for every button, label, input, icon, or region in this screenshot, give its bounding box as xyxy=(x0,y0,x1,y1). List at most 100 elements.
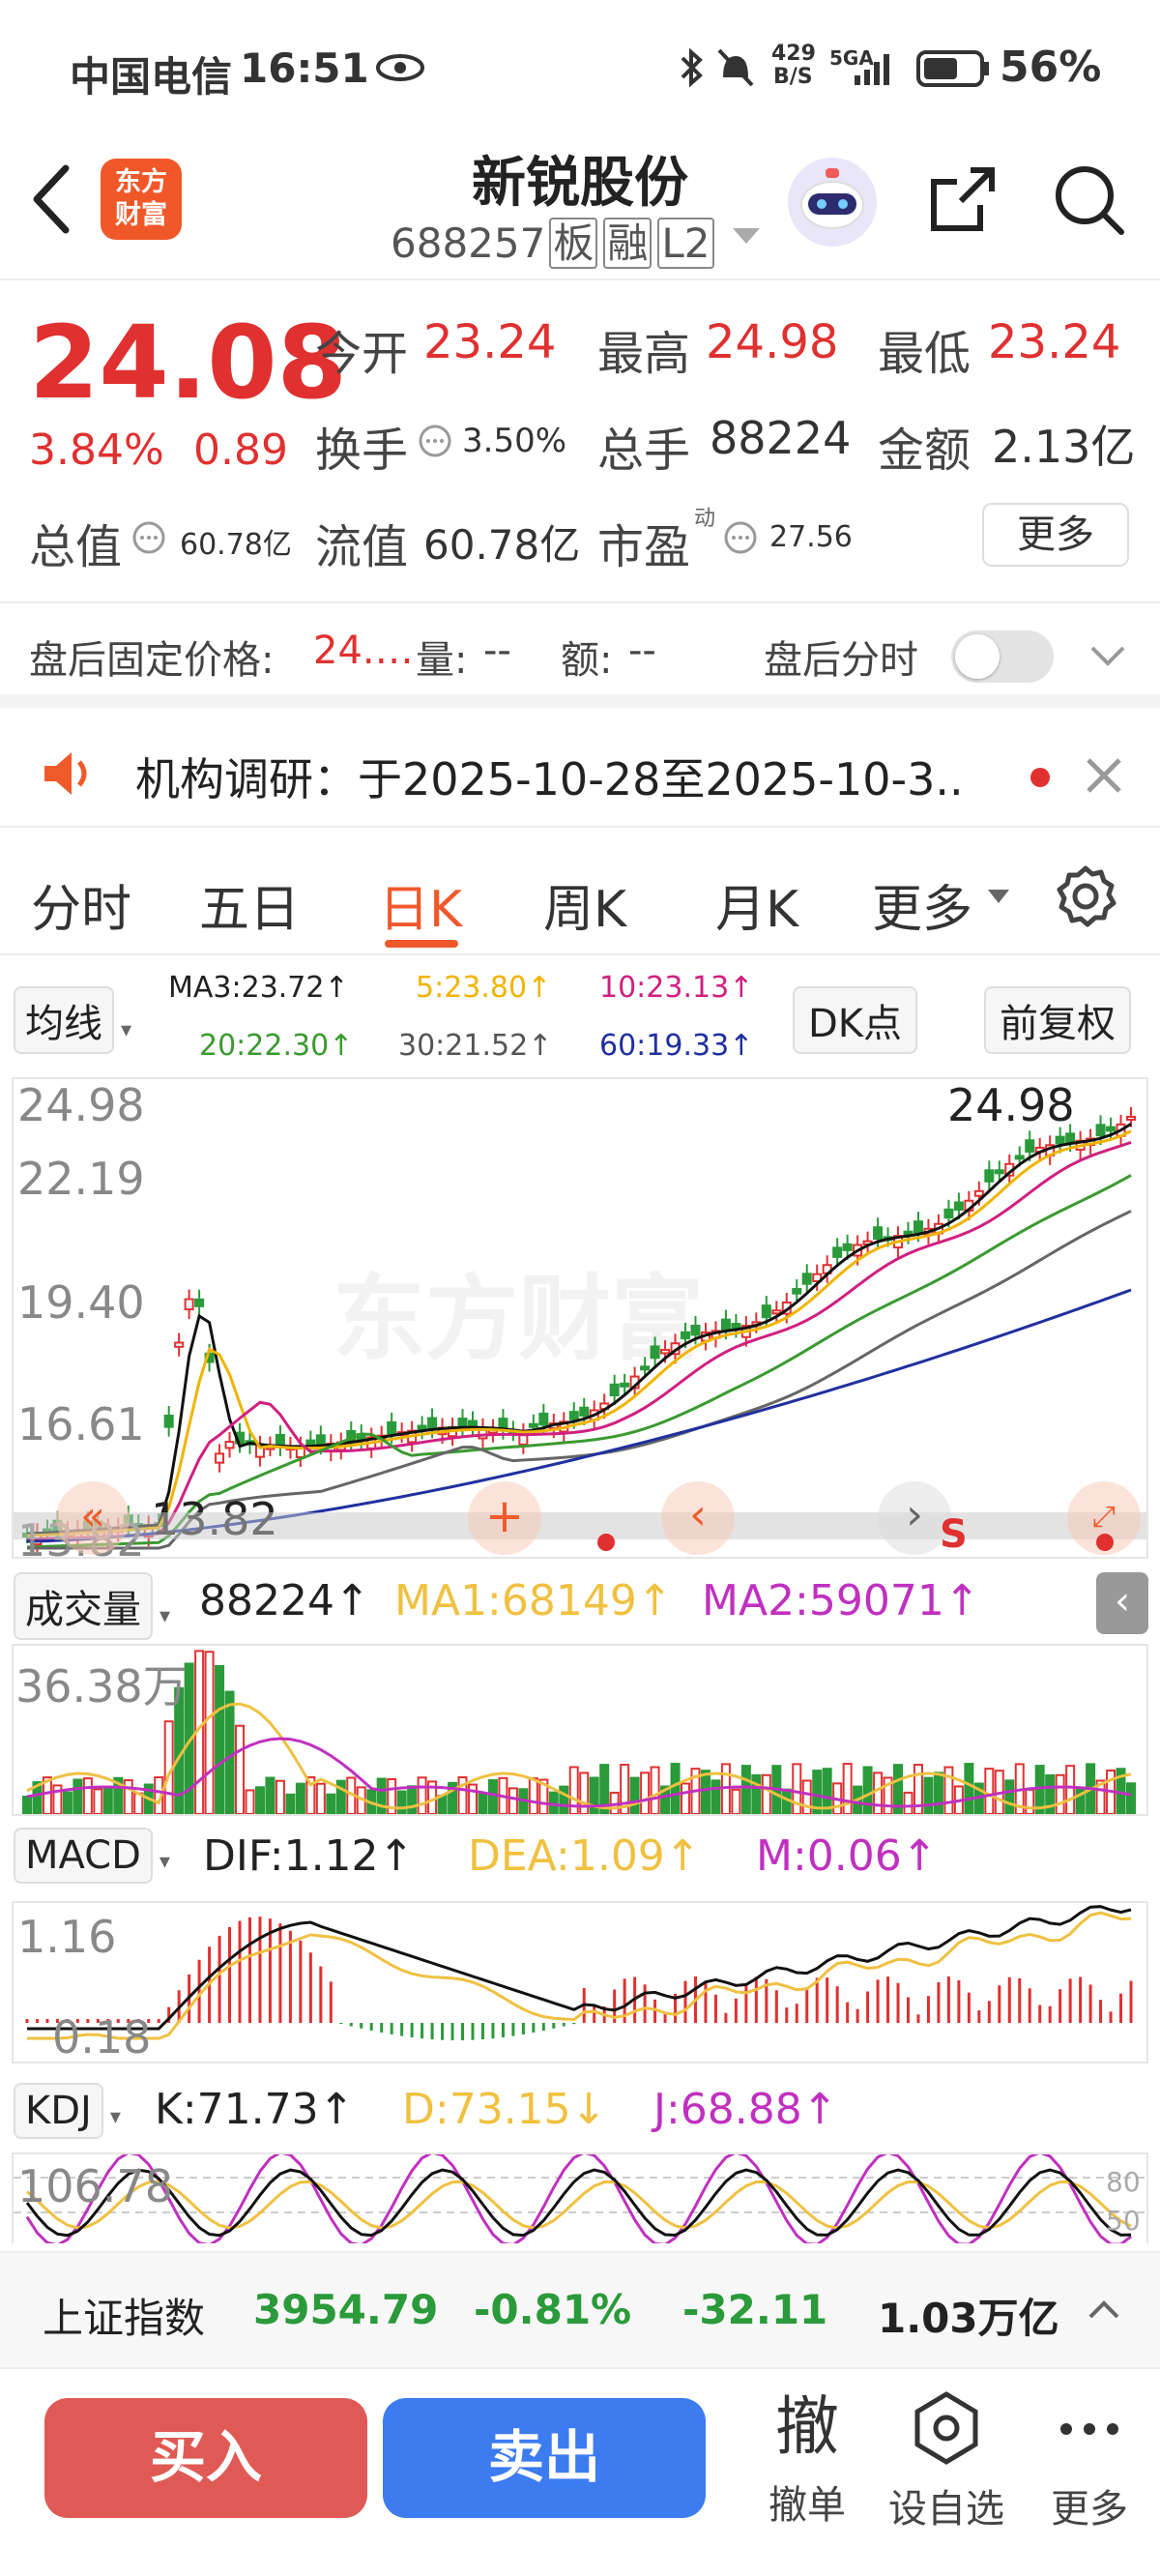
scroll-left-icon[interactable]: ‹ xyxy=(661,1481,735,1555)
board-tag: 板 xyxy=(549,218,598,269)
volume-bar xyxy=(579,1771,590,1814)
share-icon[interactable] xyxy=(926,162,1000,236)
volume-bar xyxy=(792,1763,802,1814)
volume-bar xyxy=(467,1783,478,1814)
stock-header: 东方 财富 新锐股份 688257 板融 L2 xyxy=(0,135,1160,280)
add-watchlist-button[interactable]: 设自选 xyxy=(884,2388,1009,2533)
kdj-select[interactable]: KDJ ▾ xyxy=(14,2083,121,2139)
chevron-down-icon[interactable] xyxy=(733,228,760,246)
chart-scroll-track[interactable] xyxy=(14,1512,1146,1539)
ma5-value: 5:23.80↑ xyxy=(416,971,552,1005)
after-hours-row: 盘后固定价格: 24.… 量: -- 额: -- 盘后分时 xyxy=(0,601,1160,708)
candle-body xyxy=(660,1349,671,1355)
float-cap-value: 60.78亿 xyxy=(423,521,581,569)
turnover-value: 3.50% xyxy=(462,422,567,460)
more-actions-button[interactable]: 更多 xyxy=(1027,2388,1152,2533)
volume-bar xyxy=(72,1778,83,1814)
volume-bar xyxy=(1025,1788,1035,1814)
candle-body xyxy=(943,1208,954,1219)
level2-tag: L2 xyxy=(657,218,714,269)
event-marker[interactable] xyxy=(597,1534,615,1551)
tab-daily-k[interactable]: 日K xyxy=(379,868,462,941)
battery-icon xyxy=(916,50,989,87)
chevron-down-icon xyxy=(988,890,1009,903)
robot-assistant-icon[interactable] xyxy=(785,155,880,249)
volume-select[interactable]: 成交量 ▾ xyxy=(14,1572,170,1640)
volume-bar xyxy=(984,1768,995,1814)
kline-panel[interactable]: 东方财富 24.98 22.19 19.40 16.61 13.82 24.98… xyxy=(12,1077,1148,1566)
cancel-order-button[interactable]: 撤 撤单 xyxy=(744,2388,870,2530)
indicator-select[interactable]: 均线 ▾ xyxy=(14,986,131,1054)
after-hours-amount-label: 额: xyxy=(561,638,613,683)
chart-tabs: 分时 五日 日K 周K 月K 更多 xyxy=(0,830,1160,955)
unread-dot xyxy=(1030,768,1050,787)
volume-bar xyxy=(933,1771,943,1814)
macd-select[interactable]: MACD ▾ xyxy=(14,1828,170,1884)
info-icon[interactable] xyxy=(723,520,758,555)
search-icon[interactable] xyxy=(1052,162,1125,236)
gear-icon[interactable] xyxy=(1054,864,1117,928)
kdj-d: D:73.15↓ xyxy=(402,2085,607,2134)
chevron-down-icon: ▾ xyxy=(152,1850,170,1874)
macd-panel[interactable]: 1.16 0.18 xyxy=(12,1901,1148,2064)
tab-monthly-k[interactable]: 月K xyxy=(715,868,798,941)
dk-point-button[interactable]: DK点 xyxy=(793,986,918,1054)
current-price: 24.08 xyxy=(29,304,347,422)
stock-code-row[interactable]: 688257 板融 L2 xyxy=(391,211,714,270)
volume-bar xyxy=(326,1793,336,1814)
index-ticker-bar[interactable]: 上证指数 3954.79 -0.81% -32.11 1.03万亿 xyxy=(0,2251,1160,2367)
volume-bar xyxy=(640,1771,651,1814)
pe-label: 市盈 xyxy=(597,520,691,574)
sell-signal-marker[interactable]: S xyxy=(940,1512,968,1557)
more-actions-label: 更多 xyxy=(1051,2487,1128,2532)
after-hours-price: 24.… xyxy=(313,629,414,673)
notice-banner[interactable]: 机构调研：于2025-10-28至2025-10-3.. xyxy=(0,721,1160,828)
volume-bar xyxy=(559,1785,569,1814)
event-marker[interactable] xyxy=(1096,1534,1114,1551)
volume-ma2: MA2:59071↑ xyxy=(702,1576,980,1625)
candle-body xyxy=(953,1201,964,1211)
collapse-icon[interactable]: ‹ xyxy=(1096,1572,1148,1634)
close-icon[interactable] xyxy=(1085,756,1123,795)
price-axis-label: 24.98 xyxy=(17,1079,145,1131)
price-axis-label: 16.61 xyxy=(17,1398,145,1450)
macd-dea: DEA:1.09↑ xyxy=(468,1831,701,1881)
candle-body xyxy=(315,1434,326,1447)
tab-five-day[interactable]: 五日 xyxy=(199,868,300,941)
adjust-button[interactable]: 前复权 xyxy=(984,986,1131,1054)
tab-intraday[interactable]: 分时 xyxy=(31,868,131,941)
candle-body xyxy=(194,1298,205,1307)
macd-axis-top: 1.16 xyxy=(17,1911,117,1963)
chevron-up-icon[interactable] xyxy=(1087,2298,1121,2321)
info-icon[interactable] xyxy=(131,520,166,555)
back-icon[interactable] xyxy=(27,162,75,236)
volume-bar xyxy=(275,1779,285,1814)
sell-button[interactable]: 卖出 xyxy=(383,2398,706,2518)
info-icon[interactable] xyxy=(418,424,452,458)
candle-body xyxy=(387,1420,397,1435)
rewind-icon[interactable]: « xyxy=(56,1481,130,1555)
volume-bar xyxy=(123,1779,133,1814)
tab-more[interactable]: 更多 xyxy=(872,868,972,941)
more-quote-button[interactable]: 更多 xyxy=(982,503,1129,567)
zoom-in-icon[interactable]: + xyxy=(468,1481,541,1555)
volume-bar xyxy=(437,1794,448,1814)
after-hours-toggle[interactable] xyxy=(951,630,1054,683)
kdj-panel[interactable]: 106.78 80 50 xyxy=(12,2152,1148,2243)
volume-panel[interactable]: 36.38万 xyxy=(12,1644,1148,1816)
more-dots-icon xyxy=(1060,2423,1118,2435)
volume-bar xyxy=(700,1770,710,1814)
index-value: 3954.79 xyxy=(253,2286,439,2333)
volume-bar xyxy=(224,1690,235,1814)
chevron-down-icon[interactable] xyxy=(1088,644,1127,669)
candle-body xyxy=(224,1441,235,1449)
tab-weekly-k[interactable]: 周K xyxy=(543,868,626,941)
candle-body xyxy=(1065,1132,1076,1144)
macd-dif-line xyxy=(27,1905,1132,2031)
volume-bar xyxy=(1004,1779,1015,1814)
buy-button[interactable]: 买入 xyxy=(44,2398,367,2518)
volume-bar xyxy=(862,1766,873,1814)
candle-body xyxy=(731,1323,741,1330)
candle-body xyxy=(761,1304,771,1319)
volume-bar xyxy=(396,1790,407,1814)
